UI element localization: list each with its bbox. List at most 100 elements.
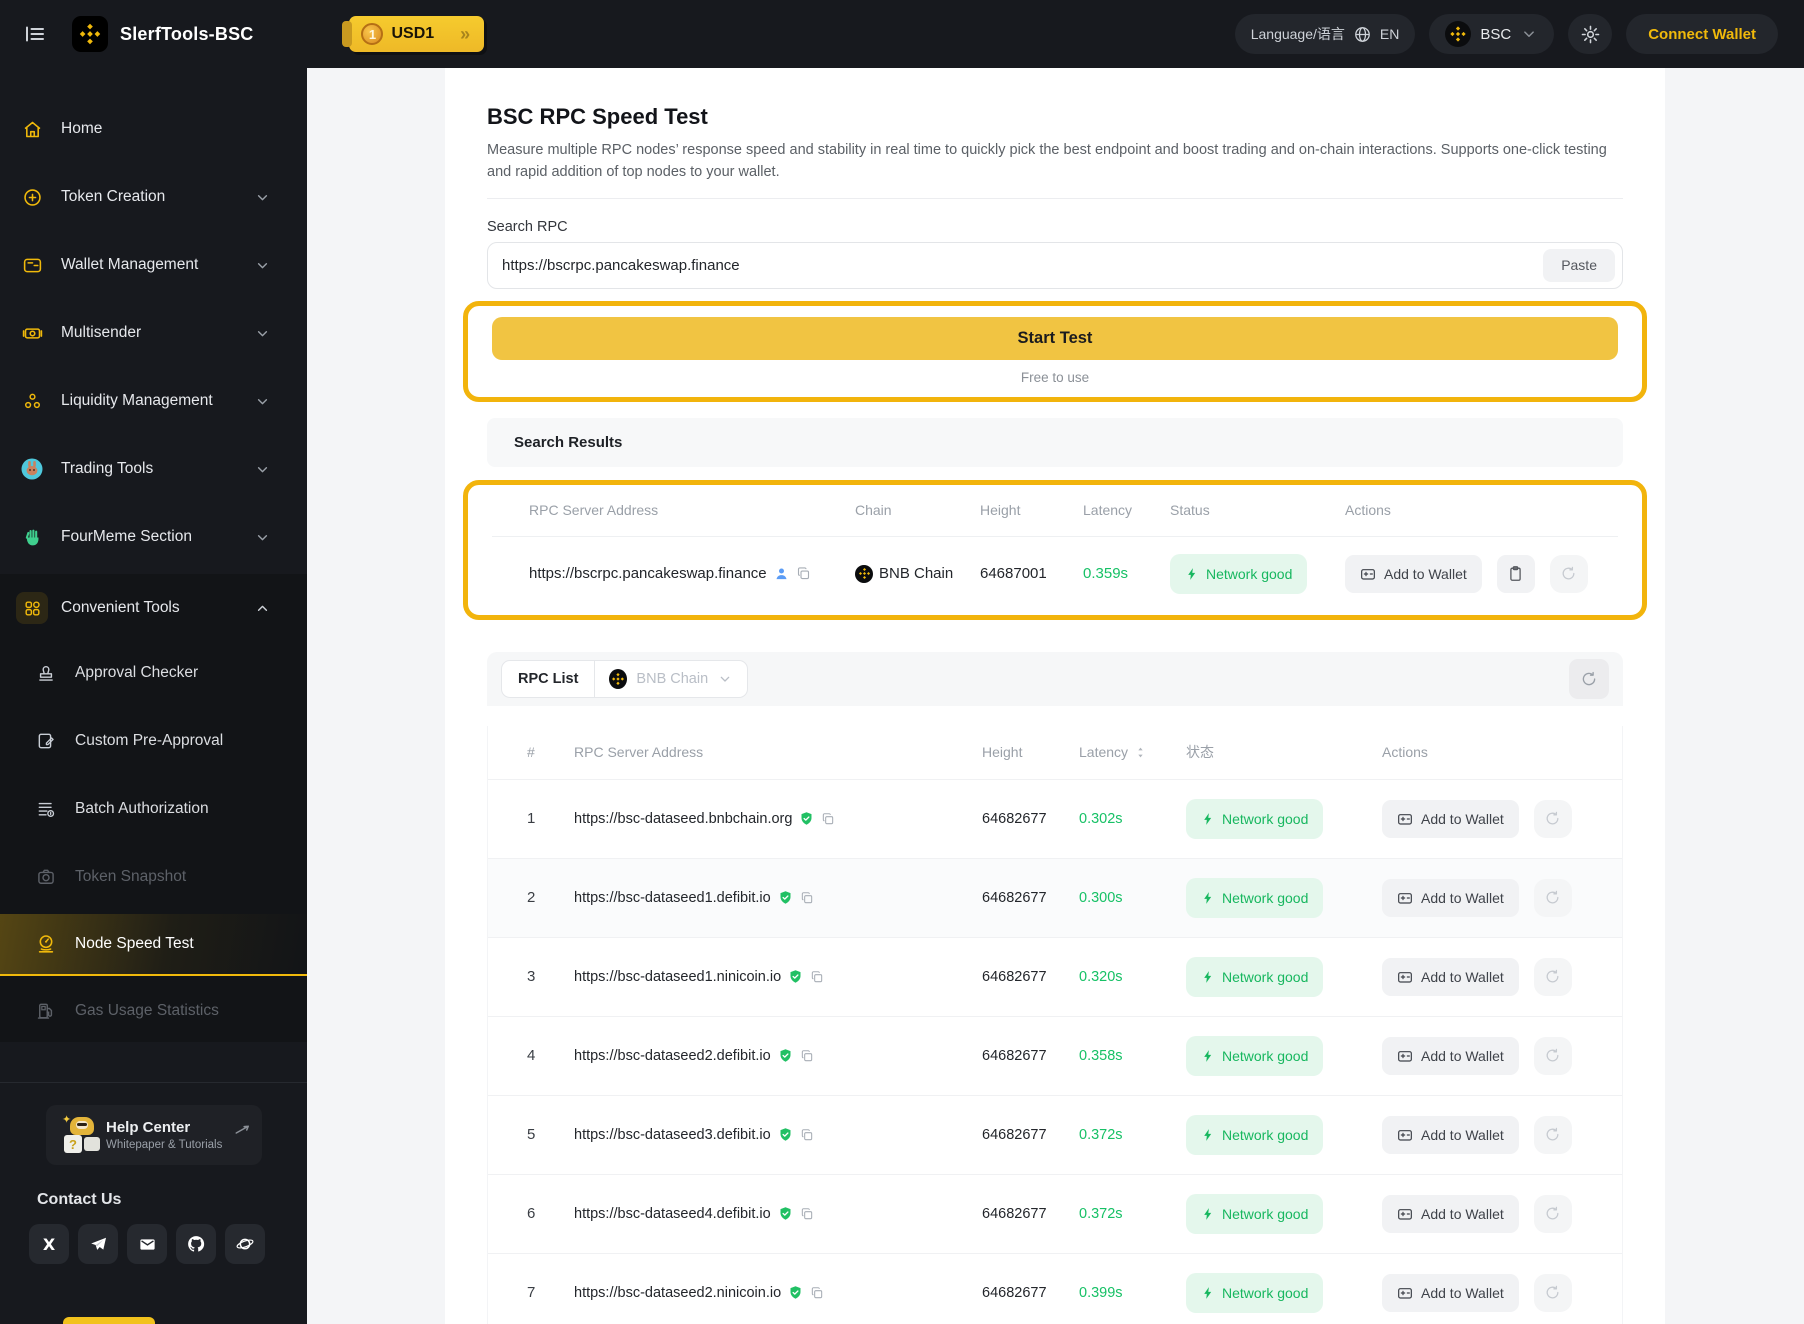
github-button[interactable]	[176, 1224, 216, 1264]
sidebar-item-approval-checker[interactable]: Approval Checker	[0, 642, 307, 704]
refresh-list-button[interactable]	[1569, 658, 1609, 699]
col-rpc-address: RPC Server Address	[574, 744, 704, 760]
add-to-wallet-button[interactable]: Add to Wallet	[1345, 554, 1482, 593]
refresh-button[interactable]	[1533, 1194, 1572, 1233]
refresh-button[interactable]	[1533, 1273, 1572, 1312]
sidebar-toggle-icon[interactable]	[20, 19, 50, 49]
refresh-button[interactable]	[1533, 957, 1572, 996]
latency-value: 0.372s	[1079, 1205, 1123, 1222]
rpc-url: https://bscrpc.pancakeswap.finance	[529, 565, 767, 582]
edit-document-icon	[30, 725, 62, 757]
copy-icon[interactable]	[810, 970, 824, 984]
sidebar-item-label: Approval Checker	[75, 664, 199, 681]
settings-button[interactable]	[1568, 14, 1613, 54]
add-to-wallet-button[interactable]: Add to Wallet	[1382, 957, 1519, 996]
copy-icon[interactable]	[796, 566, 811, 581]
copy-icon[interactable]	[810, 1286, 824, 1300]
chevron-down-icon	[717, 671, 733, 687]
block-height: 64682677	[982, 810, 1047, 827]
pancakeswap-bunny-icon	[16, 453, 48, 485]
wallet-icon	[16, 249, 48, 281]
language-label: Language/语言	[1250, 26, 1345, 42]
liquidity-icon	[16, 385, 48, 417]
refresh-button[interactable]	[1533, 1036, 1572, 1075]
wallet-add-icon	[1397, 1285, 1413, 1301]
bnb-chain-icon	[609, 668, 628, 689]
sidebar-item-token-creation[interactable]: Token Creation	[0, 166, 307, 228]
sidebar-item-token-snapshot[interactable]: Token Snapshot	[0, 846, 307, 908]
usd1-badge[interactable]: 1 USD1 »	[342, 16, 485, 52]
usd1-floating-badge-partial[interactable]	[63, 1317, 155, 1324]
col-height: Height	[982, 744, 1023, 760]
sidebar-item-gas-usage-statistics[interactable]: Gas Usage Statistics	[0, 980, 307, 1042]
brand-title: SlerfTools-BSC	[120, 23, 254, 44]
refresh-button[interactable]	[1533, 799, 1572, 838]
wallet-add-icon	[1360, 566, 1376, 582]
chain-filter-dropdown[interactable]: BNB Chain	[595, 661, 747, 697]
copy-icon[interactable]	[800, 1049, 814, 1063]
sidebar-item-liquidity-management[interactable]: Liquidity Management	[0, 370, 307, 432]
language-selector[interactable]: Language/语言 EN	[1234, 14, 1416, 54]
latency-value: 0.359s	[1083, 565, 1129, 582]
website-button[interactable]	[225, 1224, 265, 1264]
stack-lock-icon	[30, 793, 62, 825]
sidebar-item-convenient-tools[interactable]: Convenient Tools	[0, 574, 307, 636]
add-to-wallet-button[interactable]: Add to Wallet	[1382, 799, 1519, 838]
sidebar-item-node-speed-test[interactable]: Node Speed Test	[0, 914, 307, 976]
latency-value: 0.372s	[1079, 1126, 1123, 1143]
copy-icon[interactable]	[800, 1128, 814, 1142]
add-to-wallet-button[interactable]: Add to Wallet	[1382, 878, 1519, 917]
network-selector[interactable]: BSC	[1429, 14, 1555, 54]
sidebar-item-custom-pre-approval[interactable]: Custom Pre-Approval	[0, 710, 307, 772]
telegram-icon	[89, 1235, 108, 1254]
add-to-wallet-button[interactable]: Add to Wallet	[1382, 1273, 1519, 1312]
refresh-button[interactable]	[1549, 554, 1588, 593]
verified-shield-icon	[788, 1285, 803, 1300]
search-results-column-header: RPC Server Address Chain Height Latency …	[492, 485, 1618, 537]
add-to-wallet-button[interactable]: Add to Wallet	[1382, 1036, 1519, 1075]
chevron-down-icon	[254, 461, 271, 478]
sidebar-item-trading-tools[interactable]: Trading Tools	[0, 438, 307, 500]
bnb-chain-icon	[1445, 21, 1472, 47]
sidebar-item-label: Batch Authorization	[75, 800, 209, 817]
grid-icon	[16, 592, 48, 624]
rpc-url: https://bsc-dataseed3.defibit.io	[574, 1126, 771, 1143]
sidebar-item-fourmeme-section[interactable]: FourMeme Section	[0, 506, 307, 568]
status-badge: Network good	[1186, 877, 1324, 918]
add-to-wallet-button[interactable]: Add to Wallet	[1382, 1194, 1519, 1233]
sidebar-divider	[0, 1082, 307, 1083]
block-height: 64682677	[982, 1205, 1047, 1222]
latency-value: 0.399s	[1079, 1284, 1123, 1301]
sidebar-item-home[interactable]: Home	[0, 98, 307, 160]
add-to-wallet-button[interactable]: Add to Wallet	[1382, 1115, 1519, 1154]
help-center-card[interactable]: ✦? Help Center Whitepaper & Tutorials	[46, 1105, 262, 1165]
x-twitter-button[interactable]: X	[29, 1224, 69, 1264]
rpc-url: https://bsc-dataseed.bnbchain.org	[574, 810, 793, 827]
clipboard-button[interactable]	[1496, 554, 1535, 593]
verified-shield-icon	[778, 1206, 793, 1221]
telegram-button[interactable]	[78, 1224, 118, 1264]
sidebar-item-multisender[interactable]: Multisender	[0, 302, 307, 364]
home-icon	[16, 113, 48, 145]
mail-icon	[138, 1235, 157, 1254]
refresh-button[interactable]	[1533, 1115, 1572, 1154]
col-latency-sortable[interactable]: Latency	[1079, 744, 1186, 760]
col-status: 状态	[1186, 744, 1214, 760]
col-actions: Actions	[1345, 502, 1391, 518]
refresh-button[interactable]	[1533, 878, 1572, 917]
email-button[interactable]	[127, 1224, 167, 1264]
help-center-title: Help Center	[106, 1119, 191, 1136]
copy-icon[interactable]	[800, 1207, 814, 1221]
status-badge: Network good	[1170, 553, 1308, 594]
copy-icon[interactable]	[800, 891, 814, 905]
divider	[487, 197, 1623, 199]
start-test-button[interactable]: Start Test	[492, 316, 1618, 360]
copy-icon[interactable]	[821, 812, 835, 826]
rpc-list-tab[interactable]: RPC List	[502, 660, 596, 697]
sidebar-item-wallet-management[interactable]: Wallet Management	[0, 234, 307, 296]
col-actions: Actions	[1382, 744, 1428, 760]
search-rpc-input[interactable]	[487, 241, 1623, 289]
sidebar-item-batch-authorization[interactable]: Batch Authorization	[0, 778, 307, 840]
connect-wallet-button[interactable]: Connect Wallet	[1626, 14, 1778, 54]
paste-button[interactable]: Paste	[1543, 248, 1615, 282]
